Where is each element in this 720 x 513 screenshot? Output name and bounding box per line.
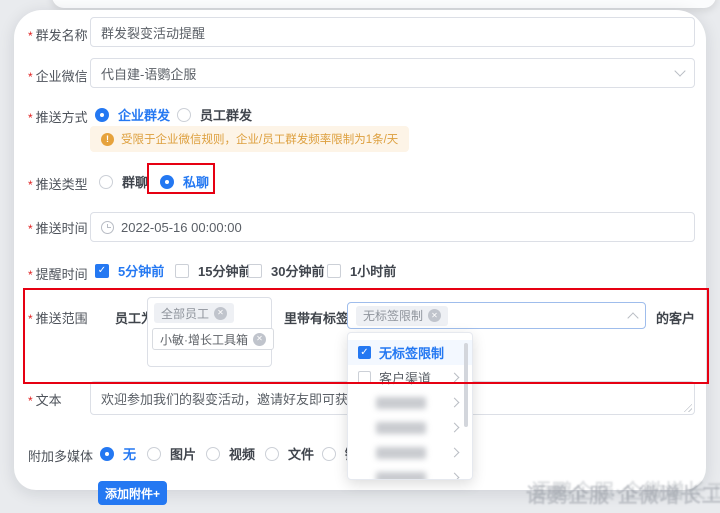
- radio-unselected-icon: [147, 447, 161, 461]
- mass-send-form-card: *群发名称 群发裂变活动提醒 *企业微信 代自建-语鹦企服 *推送方式 企业群发…: [14, 10, 706, 490]
- radio-option-private-chat[interactable]: 私聊: [160, 172, 209, 191]
- radio-unselected-icon: [99, 175, 113, 189]
- field-label-remind-time: *提醒时间: [28, 264, 88, 283]
- radio-option-media-none[interactable]: 无: [100, 444, 136, 463]
- checkbox-option-1hour[interactable]: 1小时前: [327, 261, 396, 280]
- required-asterisk: *: [28, 29, 33, 43]
- tag-prefix-label: 里带有标签: [284, 308, 349, 327]
- checkbox-option-15min[interactable]: 15分钟前: [175, 261, 251, 280]
- radio-unselected-icon: [206, 447, 220, 461]
- clock-icon: [101, 221, 114, 234]
- radio-option-media-file[interactable]: 文件: [265, 444, 314, 463]
- field-label-wecom: *企业微信: [28, 66, 88, 85]
- staff-tag: 小敏·增长工具箱 ✕: [152, 328, 274, 350]
- dropdown-item-redacted[interactable]: [348, 415, 472, 440]
- name-input[interactable]: 群发裂变活动提醒: [90, 17, 695, 47]
- checkbox-unchecked-icon: [175, 264, 189, 278]
- field-label-push-time: *推送时间: [28, 218, 88, 237]
- field-label-push-range: *推送范围: [28, 308, 88, 327]
- frequency-warning-banner: ! 受限于企业微信规则，企业/员工群发频率限制为1条/天: [90, 126, 409, 152]
- upper-panel-edge: [52, 0, 716, 8]
- required-asterisk: *: [28, 178, 33, 192]
- radio-option-media-image[interactable]: 图片: [147, 444, 196, 463]
- required-asterisk: *: [28, 312, 33, 326]
- chevron-right-icon: [450, 448, 460, 458]
- staff-multiselect[interactable]: 全部员工 ✕ 小敏·增长工具箱 ✕: [147, 297, 272, 367]
- radio-selected-icon: [160, 175, 174, 189]
- checkbox-unchecked-icon: [327, 264, 341, 278]
- redacted-label: [376, 472, 426, 481]
- customer-tag-select[interactable]: 无标签限制 ✕: [347, 302, 646, 329]
- dropdown-item-customer-channel[interactable]: 客户渠道: [348, 365, 472, 390]
- resize-handle-icon[interactable]: [683, 403, 692, 412]
- chevron-right-icon: [450, 373, 460, 383]
- radio-selected-icon: [95, 108, 109, 122]
- field-label-media: 附加多媒体: [28, 446, 93, 465]
- checkbox-unchecked-icon: [358, 371, 371, 384]
- redacted-label: [376, 422, 426, 434]
- warning-text: 受限于企业微信规则，企业/员工群发频率限制为1条/天: [121, 131, 398, 147]
- radio-option-enterprise-group-send[interactable]: 企业群发: [95, 105, 170, 124]
- name-input-value: 群发裂变活动提醒: [101, 23, 205, 42]
- selected-tag: 无标签限制 ✕: [356, 306, 448, 326]
- staff-tag: 全部员工 ✕: [154, 303, 234, 323]
- warning-icon: !: [101, 133, 114, 146]
- required-asterisk: *: [28, 222, 33, 236]
- dropdown-item-no-tag-limit[interactable]: ✓ 无标签限制: [348, 340, 472, 365]
- field-label-name: *群发名称: [28, 25, 88, 44]
- chevron-right-icon: [450, 423, 460, 433]
- radio-unselected-icon: [322, 447, 336, 461]
- push-time-datepicker[interactable]: 2022-05-16 00:00:00: [90, 212, 695, 242]
- checkbox-checked-icon: ✓: [95, 264, 109, 278]
- field-label-push-method: *推送方式: [28, 107, 88, 126]
- chevron-right-icon: [450, 398, 460, 408]
- dropdown-scrollbar[interactable]: [464, 343, 468, 427]
- required-asterisk: *: [28, 268, 33, 282]
- radio-unselected-icon: [177, 108, 191, 122]
- customer-suffix-label: 的客户: [656, 308, 695, 327]
- tag-dropdown-panel: ✓ 无标签限制 客户渠道: [347, 332, 473, 480]
- dropdown-item-redacted[interactable]: [348, 390, 472, 415]
- checkbox-unchecked-icon: [248, 264, 262, 278]
- required-asterisk: *: [28, 394, 33, 408]
- field-label-text: *文本: [28, 390, 62, 409]
- dropdown-item-redacted[interactable]: [348, 440, 472, 465]
- checkbox-option-30min[interactable]: 30分钟前: [248, 261, 324, 280]
- remove-tag-icon[interactable]: ✕: [428, 309, 441, 322]
- radio-option-staff-group-send[interactable]: 员工群发: [177, 105, 252, 124]
- chevron-up-icon: [627, 312, 638, 323]
- radio-option-media-video[interactable]: 视频: [206, 444, 255, 463]
- radio-unselected-icon: [265, 447, 279, 461]
- add-attachment-button[interactable]: 添加附件+: [98, 481, 167, 505]
- checkbox-checked-icon: ✓: [358, 346, 371, 359]
- radio-selected-icon: [100, 447, 114, 461]
- required-asterisk: *: [28, 111, 33, 125]
- wecom-select[interactable]: 代自建-语鹦企服: [90, 58, 695, 88]
- remove-tag-icon[interactable]: ✕: [214, 307, 227, 320]
- chevron-right-icon: [450, 473, 460, 480]
- remove-tag-icon[interactable]: ✕: [253, 333, 266, 346]
- push-time-value: 2022-05-16 00:00:00: [121, 220, 242, 235]
- wecom-select-value: 代自建-语鹦企服: [101, 64, 669, 83]
- dropdown-item-redacted[interactable]: [348, 465, 472, 480]
- redacted-label: [376, 397, 426, 409]
- chevron-down-icon: [674, 65, 685, 76]
- checkbox-option-5min[interactable]: ✓ 5分钟前: [95, 261, 164, 280]
- radio-option-group-chat[interactable]: 群聊: [99, 172, 148, 191]
- redacted-label: [376, 447, 426, 459]
- required-asterisk: *: [28, 70, 33, 84]
- field-label-push-type: *推送类型: [28, 174, 88, 193]
